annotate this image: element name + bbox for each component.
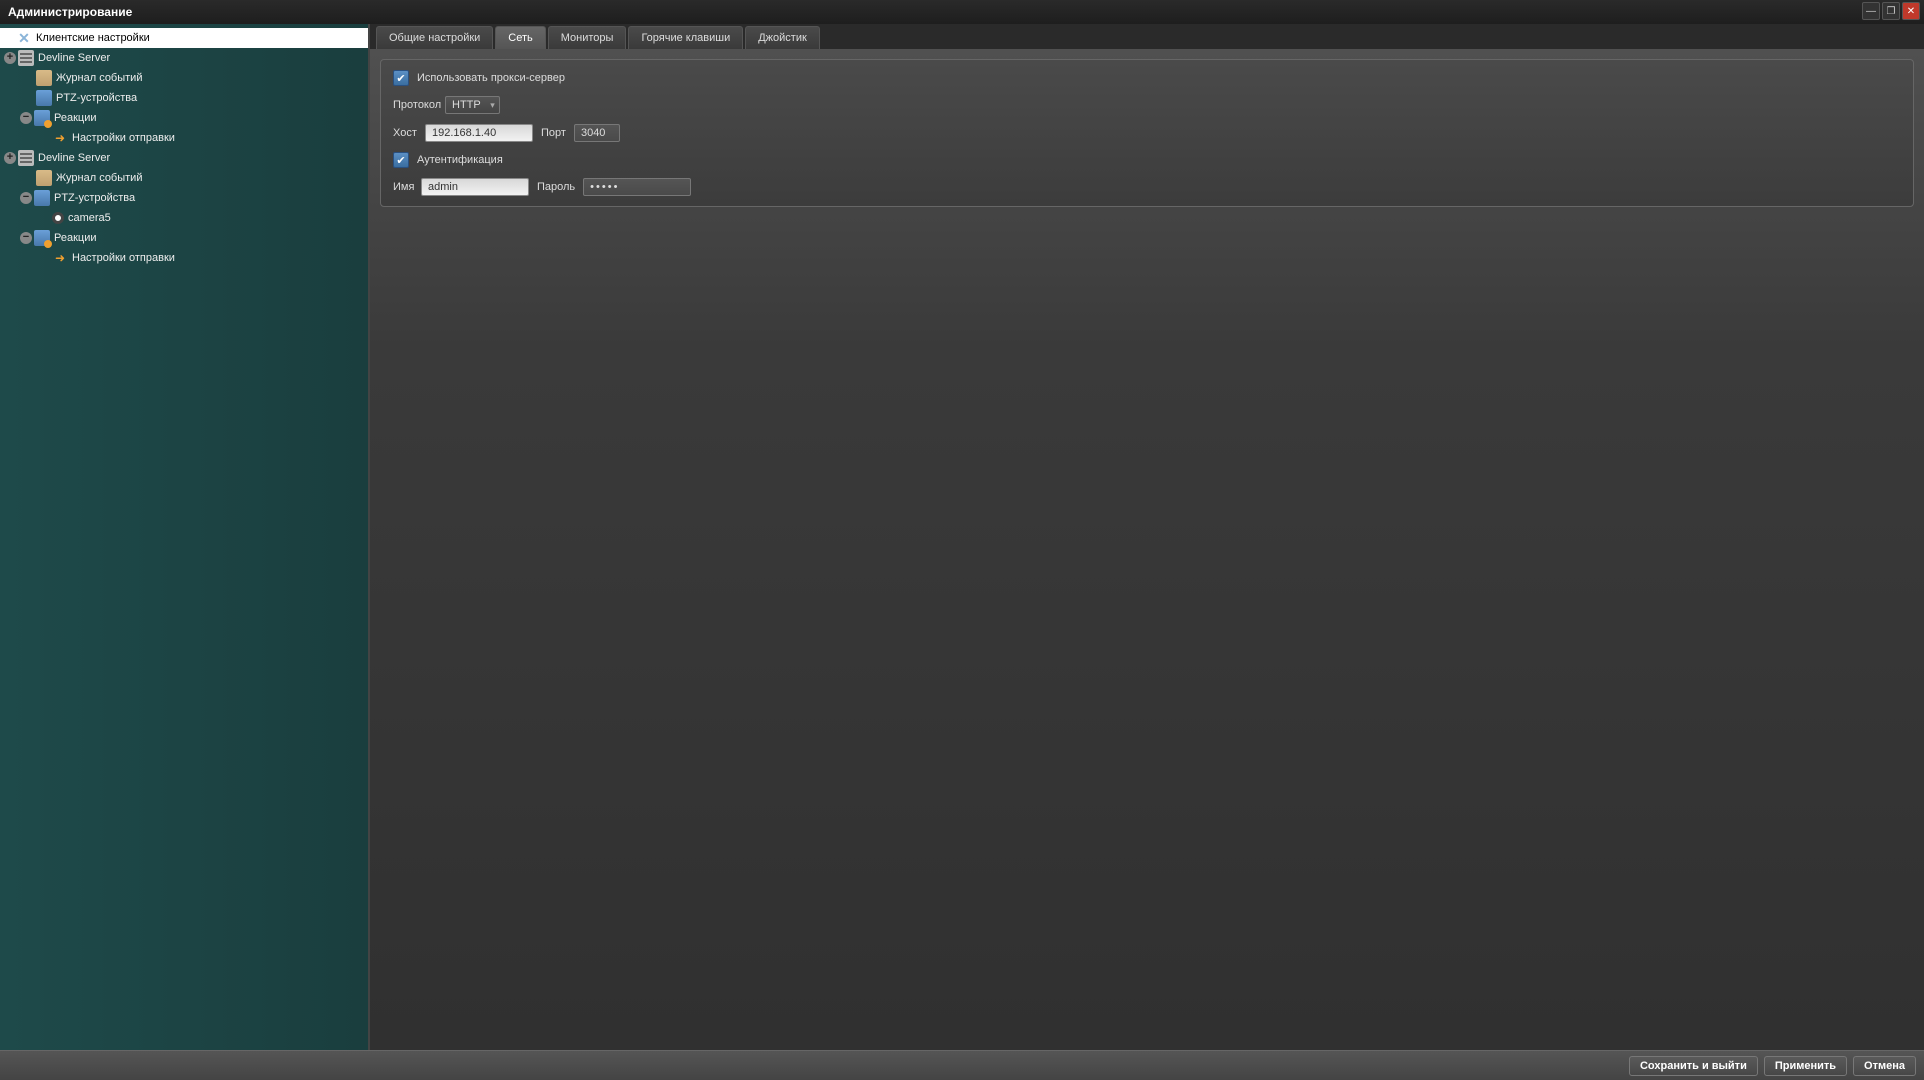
protocol-row: Протокол HTTP (393, 96, 1901, 114)
server-icon (18, 150, 34, 166)
tree-journal-2[interactable]: Журнал событий (0, 168, 368, 188)
collapse-icon[interactable]: − (20, 232, 32, 244)
use-proxy-label: Использовать прокси-сервер (417, 72, 565, 84)
settings-icon (16, 30, 32, 46)
tree-journal-1[interactable]: Журнал событий (0, 68, 368, 88)
protocol-select[interactable]: HTTP (445, 96, 500, 114)
tree-label: Журнал событий (56, 72, 142, 84)
tab-network[interactable]: Сеть (495, 26, 545, 49)
tree-reactions-1[interactable]: − Реакции (0, 108, 368, 128)
name-input[interactable] (421, 178, 529, 196)
save-exit-button[interactable]: Сохранить и выйти (1629, 1056, 1758, 1076)
tree-camera5[interactable]: camera5 (0, 208, 368, 228)
close-button[interactable]: ✕ (1902, 2, 1920, 20)
protocol-label: Протокол (393, 99, 437, 111)
tree-server-1[interactable]: + Devline Server (0, 48, 368, 68)
tree-label: PTZ-устройства (54, 192, 135, 204)
host-label: Хост (393, 127, 417, 139)
apply-button[interactable]: Применить (1764, 1056, 1847, 1076)
sidebar-tree: Клиентские настройки + Devline Server Жу… (0, 24, 370, 1050)
ptz-icon (36, 90, 52, 106)
port-label: Порт (541, 127, 566, 139)
send-settings-icon (52, 250, 68, 266)
ptz-icon (34, 190, 50, 206)
tree-sendset-1[interactable]: Настройки отправки (0, 128, 368, 148)
main-area: Клиентские настройки + Devline Server Жу… (0, 24, 1924, 1050)
reaction-icon (34, 110, 50, 126)
tree-label: Реакции (54, 232, 97, 244)
window-title: Администрирование (4, 5, 132, 19)
auth-row: Аутентификация (393, 152, 1901, 168)
tab-content: Использовать прокси-сервер Протокол HTTP… (370, 49, 1924, 1050)
tree-client-settings[interactable]: Клиентские настройки (0, 28, 368, 48)
journal-icon (36, 170, 52, 186)
reaction-icon (34, 230, 50, 246)
use-proxy-checkbox[interactable] (393, 70, 409, 86)
expand-icon[interactable]: + (4, 52, 16, 64)
password-label: Пароль (537, 181, 575, 193)
tab-hotkeys[interactable]: Горячие клавиши (628, 26, 743, 49)
proxy-panel: Использовать прокси-сервер Протокол HTTP… (380, 59, 1914, 207)
footer: Сохранить и выйти Применить Отмена (0, 1050, 1924, 1080)
cancel-button[interactable]: Отмена (1853, 1056, 1916, 1076)
send-settings-icon (52, 130, 68, 146)
host-row: Хост Порт (393, 124, 1901, 142)
collapse-icon[interactable]: − (20, 192, 32, 204)
tree-ptz-2[interactable]: − PTZ-устройства (0, 188, 368, 208)
tab-monitors[interactable]: Мониторы (548, 26, 627, 49)
tree-reactions-2[interactable]: − Реакции (0, 228, 368, 248)
tree-label: Реакции (54, 112, 97, 124)
tree-label: Настройки отправки (72, 132, 175, 144)
titlebar: Администрирование — ❐ ✕ (0, 0, 1924, 24)
server-icon (18, 50, 34, 66)
tree-server-2[interactable]: + Devline Server (0, 148, 368, 168)
port-input[interactable] (574, 124, 620, 142)
protocol-value: HTTP (452, 99, 481, 111)
tree-label: PTZ-устройства (56, 92, 137, 104)
tree-label: Клиентские настройки (36, 32, 150, 44)
auth-label: Аутентификация (417, 154, 503, 166)
tab-joystick[interactable]: Джойстик (745, 26, 820, 49)
collapse-icon[interactable]: − (20, 112, 32, 124)
tree-label: camera5 (68, 212, 111, 224)
tree-label: Devline Server (38, 52, 110, 64)
maximize-button[interactable]: ❐ (1882, 2, 1900, 20)
tab-general[interactable]: Общие настройки (376, 26, 493, 49)
tree-sendset-2[interactable]: Настройки отправки (0, 248, 368, 268)
auth-checkbox[interactable] (393, 152, 409, 168)
tree-label: Devline Server (38, 152, 110, 164)
name-label: Имя (393, 181, 413, 193)
tree-label: Настройки отправки (72, 252, 175, 264)
journal-icon (36, 70, 52, 86)
window-controls: — ❐ ✕ (1862, 2, 1920, 20)
use-proxy-row: Использовать прокси-сервер (393, 70, 1901, 86)
credentials-row: Имя Пароль (393, 178, 1901, 196)
minimize-button[interactable]: — (1862, 2, 1880, 20)
tree-label: Журнал событий (56, 172, 142, 184)
tabs: Общие настройки Сеть Мониторы Горячие кл… (370, 24, 1924, 49)
tree-ptz-1[interactable]: PTZ-устройства (0, 88, 368, 108)
expand-icon[interactable]: + (4, 152, 16, 164)
host-input[interactable] (425, 124, 533, 142)
password-input[interactable] (583, 178, 691, 196)
content-area: Общие настройки Сеть Мониторы Горячие кл… (370, 24, 1924, 1050)
camera-icon (52, 212, 64, 224)
